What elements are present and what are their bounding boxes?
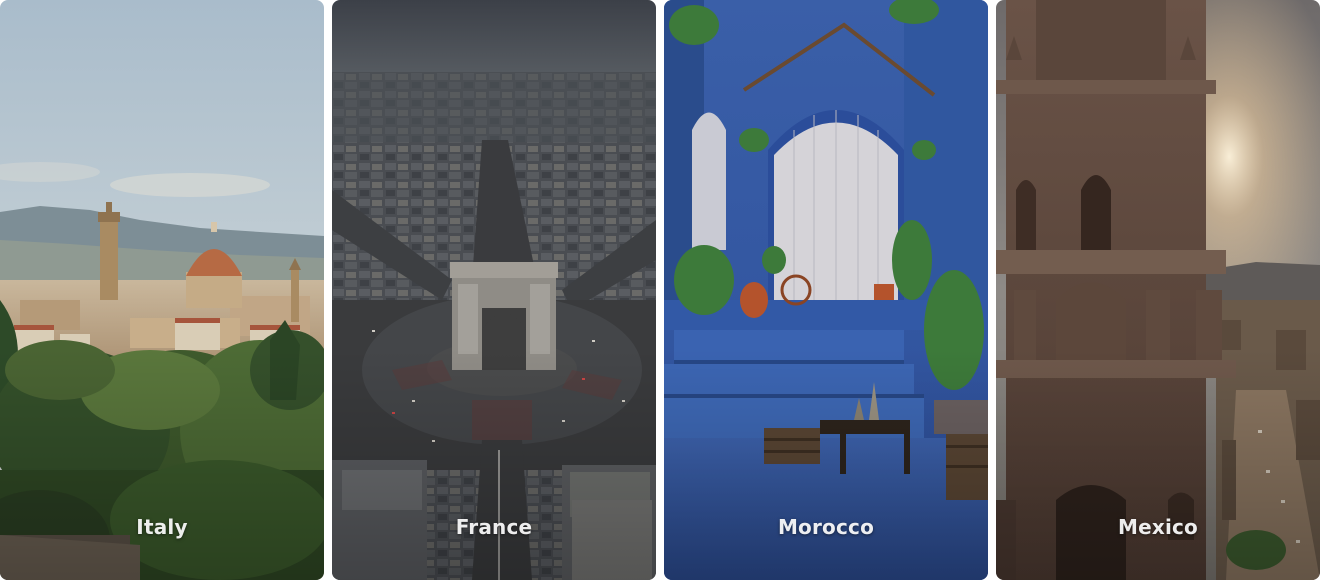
destination-card-mexico[interactable]: Mexico (996, 0, 1320, 580)
destination-label-morocco: Morocco (777, 515, 875, 539)
destination-label-mexico: Mexico (1117, 515, 1199, 539)
destination-card-italy[interactable]: Italy (0, 0, 324, 580)
destination-card-france[interactable]: France (332, 0, 656, 580)
destination-label-france: France (455, 515, 533, 539)
destination-gallery: Italy France Morocco Mexico (0, 0, 1320, 580)
destination-card-morocco[interactable]: Morocco (664, 0, 988, 580)
destination-label-italy: Italy (136, 515, 188, 539)
